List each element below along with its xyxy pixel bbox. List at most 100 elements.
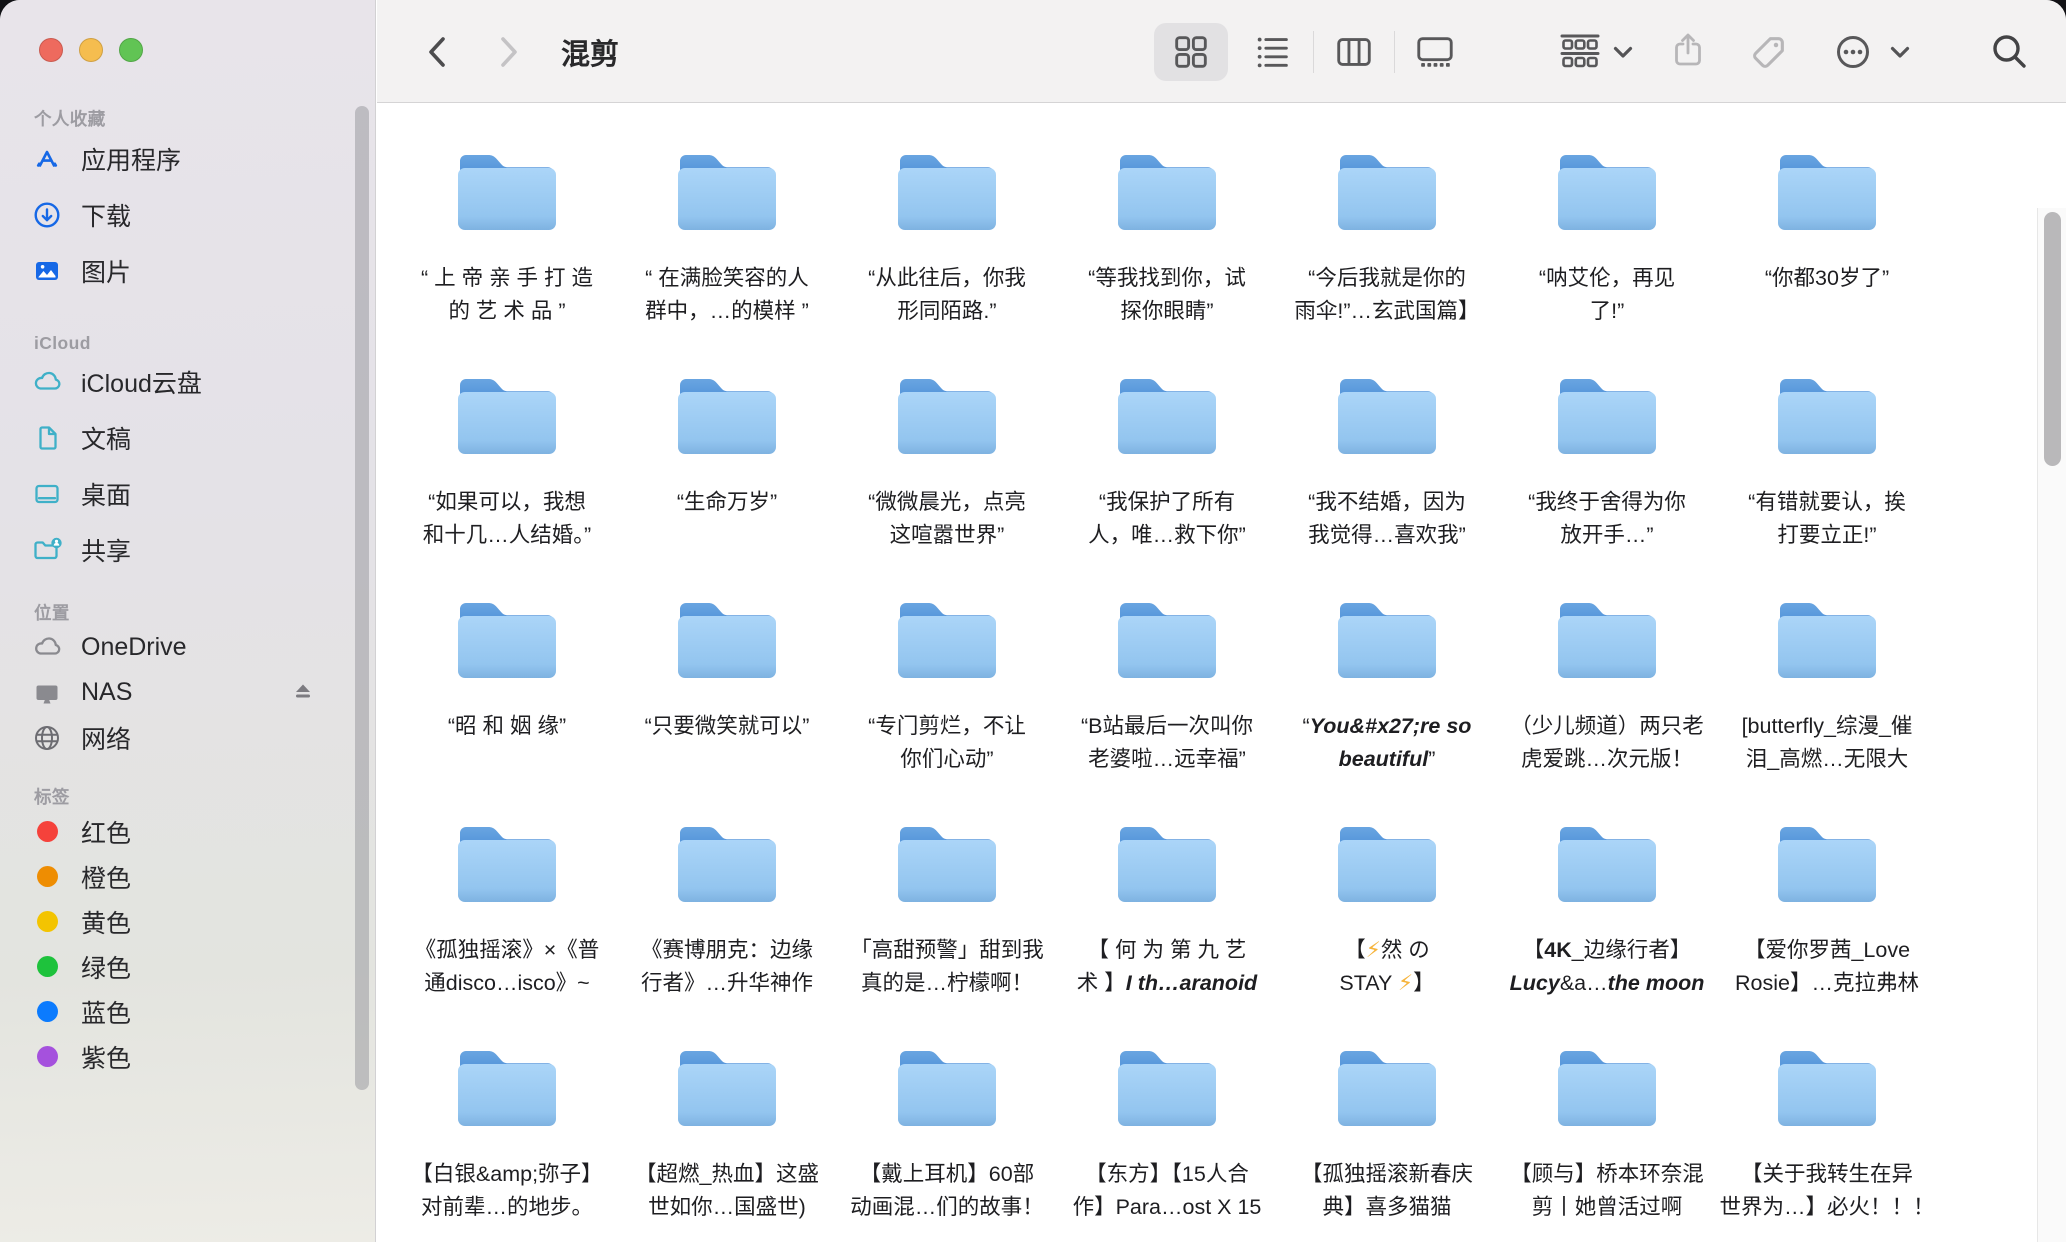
column-view-button[interactable]	[1332, 0, 1376, 103]
sidebar-item-tag-green[interactable]: 绿色	[0, 944, 375, 989]
gallery-view-button[interactable]	[1413, 0, 1457, 103]
folder-icon	[1112, 588, 1222, 694]
gallery-view-icon	[1414, 31, 1456, 73]
scrollbar-track[interactable]	[2037, 208, 2066, 1242]
sidebar-item-onedrive[interactable]: OneDrive	[0, 625, 375, 670]
folder-item[interactable]: “只要微笑就可以”	[617, 566, 837, 790]
forward-button[interactable]	[485, 0, 529, 103]
folder-item[interactable]: 「高甜预警」甜到我真的是…柠檬啊！	[837, 790, 1057, 1014]
sidebar-item-tag-yellow[interactable]: 黄色	[0, 899, 375, 944]
folder-icon	[1332, 812, 1442, 918]
folder-item[interactable]: “呐艾伦，再见了!”	[1497, 118, 1717, 342]
folder-label: 【爱你罗茜_LoveRosie】…克拉弗林	[1735, 934, 1919, 1000]
folder-icon	[1552, 140, 1662, 246]
folder-item[interactable]: 【关于我转生在异世界为…】必火！！！	[1717, 1014, 1937, 1238]
sidebar-list: 个人收藏 应用程序 下载	[0, 106, 375, 1079]
share-button[interactable]	[1666, 0, 1712, 103]
content-area: “ 上 帝 亲 手 打 造的 艺 术 品 ” “ 在满脸笑容的人群中，…的模样 …	[377, 104, 2066, 1242]
folder-item[interactable]: 《赛博朋克：边缘行者》…升华神作	[617, 790, 837, 1014]
sidebar-item-tag-blue[interactable]: 蓝色	[0, 989, 375, 1034]
folder-icon	[892, 812, 1002, 918]
folder-icon	[1552, 1036, 1662, 1142]
sidebar-item-icloud-drive[interactable]: iCloud云盘	[0, 354, 375, 410]
folder-item[interactable]: “You&#x27;re sobeautiful”	[1277, 566, 1497, 790]
folder-icon	[892, 1036, 1002, 1142]
folder-item[interactable]: 《孤独摇滚》×《普通disco…isco》~	[397, 790, 617, 1014]
sidebar-item-pictures[interactable]: 图片	[0, 243, 375, 299]
column-view-icon	[1333, 31, 1375, 73]
minimize-button[interactable]	[79, 38, 103, 62]
group-chevron[interactable]	[1609, 0, 1637, 103]
forward-chevron-icon	[485, 30, 529, 74]
sidebar-section-header-locations: 位置	[0, 600, 375, 625]
sidebar-item-documents[interactable]: 文稿	[0, 410, 375, 466]
icon-view-button[interactable]	[1169, 0, 1213, 103]
scrollbar-thumb[interactable]	[2044, 212, 2061, 466]
sidebar-section-header-tags: 标签	[0, 784, 375, 809]
tag-dot-purple	[30, 1040, 64, 1074]
folder-item[interactable]: “如果可以，我想和十几…人结婚。”	[397, 342, 617, 566]
more-chevron[interactable]	[1886, 0, 1914, 103]
folder-item[interactable]: “我保护了所有人，唯…救下你”	[1057, 342, 1277, 566]
folder-item[interactable]: “从此往后，你我形同陌路.”	[837, 118, 1057, 342]
folder-item[interactable]: “我终于舍得为你放开手…”	[1497, 342, 1717, 566]
more-button[interactable]	[1830, 0, 1876, 103]
globe-icon	[30, 721, 64, 755]
icon-view-icon	[1170, 31, 1212, 73]
close-button[interactable]	[39, 38, 63, 62]
folder-item[interactable]: “你都30岁了”	[1717, 118, 1937, 342]
group-button[interactable]	[1557, 0, 1603, 103]
eject-button[interactable]	[289, 679, 317, 707]
zoom-button[interactable]	[119, 38, 143, 62]
folder-item[interactable]: 【爱你罗茜_LoveRosie】…克拉弗林	[1717, 790, 1937, 1014]
sidebar-item-label: 黄色	[81, 904, 131, 940]
folder-item[interactable]: “生命万岁”	[617, 342, 837, 566]
folder-item[interactable]: “ 在满脸笑容的人群中，…的模样 ”	[617, 118, 837, 342]
folder-item[interactable]: 【白银&amp;弥子】对前辈…的地步。	[397, 1014, 617, 1238]
folder-icon	[672, 140, 782, 246]
sidebar-item-tag-orange[interactable]: 橙色	[0, 854, 375, 899]
back-button[interactable]	[417, 0, 461, 103]
folder-icon	[1552, 812, 1662, 918]
folder-item[interactable]: “今后我就是你的雨伞!”…玄武国篇】	[1277, 118, 1497, 342]
folder-item[interactable]: 【⚡然 のSTAY ⚡】	[1277, 790, 1497, 1014]
toolbar-divider	[1394, 31, 1395, 73]
folder-item[interactable]: 【东方】【15人合作】Para…ost X 15	[1057, 1014, 1277, 1238]
folder-label: “我保护了所有人，唯…救下你”	[1088, 486, 1246, 552]
sidebar-item-downloads[interactable]: 下载	[0, 187, 375, 243]
sidebar-item-nas[interactable]: NAS	[0, 670, 375, 715]
folder-item[interactable]: 【顾与】桥本环奈混剪丨她曾活过啊	[1497, 1014, 1717, 1238]
list-view-button[interactable]	[1251, 0, 1295, 103]
folder-item[interactable]: “昭 和 姻 缘”	[397, 566, 617, 790]
sidebar-item-tag-purple[interactable]: 紫色	[0, 1034, 375, 1079]
folder-item[interactable]: 【4K_边缘行者】Lucy&a…the moon	[1497, 790, 1717, 1014]
folder-item[interactable]: “B站最后一次叫你老婆啦…远幸福”	[1057, 566, 1277, 790]
folder-item[interactable]: 【戴上耳机】60部动画混…们的故事！	[837, 1014, 1057, 1238]
sidebar-section-header-icloud: iCloud	[0, 333, 375, 354]
folder-item[interactable]: 【超燃_热血】这盛世如你…国盛世)	[617, 1014, 837, 1238]
folder-item[interactable]: [butterfly_综漫_催泪_高燃…无限大	[1717, 566, 1937, 790]
search-button[interactable]	[1987, 0, 2033, 103]
folder-item[interactable]: 【 何 为 第 九 艺术 】I th…aranoid	[1057, 790, 1277, 1014]
list-view-icon	[1252, 31, 1294, 73]
folder-item[interactable]: 【孤独摇滚新春庆典】喜多猫猫	[1277, 1014, 1497, 1238]
sidebar-item-tag-red[interactable]: 红色	[0, 809, 375, 854]
sidebar-item-desktop[interactable]: 桌面	[0, 466, 375, 522]
sidebar-item-network[interactable]: 网络	[0, 715, 375, 760]
folder-label: “专门剪烂，不让你们心动”	[868, 710, 1026, 776]
sidebar-item-applications[interactable]: 应用程序	[0, 131, 375, 187]
folder-label: （少儿频道）两只老虎爱跳…次元版！	[1510, 710, 1704, 776]
folder-icon	[892, 588, 1002, 694]
folder-item[interactable]: “微微晨光，点亮这喧嚣世界”	[837, 342, 1057, 566]
sidebar-item-shared[interactable]: 共享	[0, 522, 375, 578]
folder-item[interactable]: “ 上 帝 亲 手 打 造的 艺 术 品 ”	[397, 118, 617, 342]
folder-item[interactable]: “专门剪烂，不让你们心动”	[837, 566, 1057, 790]
folder-item[interactable]: （少儿频道）两只老虎爱跳…次元版！	[1497, 566, 1717, 790]
tag-button[interactable]	[1746, 0, 1792, 103]
folder-label: 【超燃_热血】这盛世如你…国盛世)	[635, 1158, 819, 1224]
folder-label: “昭 和 姻 缘”	[448, 710, 566, 743]
folder-item[interactable]: “我不结婚，因为我觉得…喜欢我”	[1277, 342, 1497, 566]
folder-item[interactable]: “有错就要认，挨打要立正!”	[1717, 342, 1937, 566]
folder-item[interactable]: “等我找到你，试探你眼睛”	[1057, 118, 1277, 342]
sidebar-scrollbar[interactable]	[355, 106, 369, 1090]
